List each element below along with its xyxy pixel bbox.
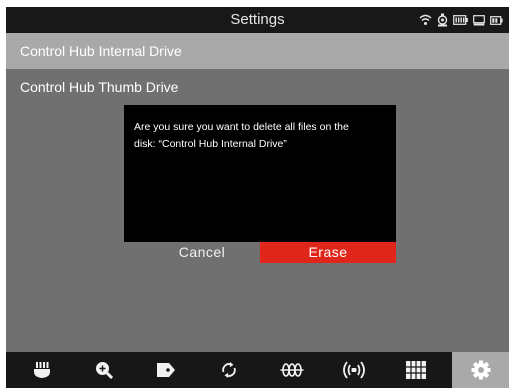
battery-small-icon	[490, 15, 503, 25]
nav-grid[interactable]	[388, 352, 443, 388]
broadcast-icon	[342, 361, 365, 379]
camera-icon	[437, 13, 448, 27]
nav-tag[interactable]	[138, 352, 193, 388]
connector-icon	[33, 362, 50, 378]
device-screen: Settings Control Hub Internal Drive Cont…	[6, 7, 509, 388]
cancel-button[interactable]: Cancel	[146, 242, 258, 263]
dialog-message-line1: Are you sure you want to delete all file…	[134, 121, 349, 133]
resistor-icon	[280, 363, 303, 377]
battery-icon	[453, 15, 468, 25]
nav-settings[interactable]	[452, 352, 509, 388]
bottom-toolbar	[6, 352, 509, 388]
nav-broadcast[interactable]	[326, 352, 381, 388]
nav-sync[interactable]	[201, 352, 256, 388]
status-icons	[419, 13, 503, 27]
drive-list: Control Hub Internal Drive Control Hub T…	[6, 33, 509, 105]
tag-icon	[156, 363, 175, 377]
drive-item-internal[interactable]: Control Hub Internal Drive	[6, 33, 509, 69]
title-bar: Settings	[6, 7, 509, 33]
nav-resistor[interactable]	[264, 352, 319, 388]
wifi-icon	[419, 14, 432, 25]
sync-icon	[221, 362, 236, 378]
confirm-dialog: Are you sure you want to delete all file…	[124, 105, 396, 242]
dialog-message-line2: disk: “Control Hub Internal Drive”	[134, 138, 287, 150]
drive-item-thumb[interactable]: Control Hub Thumb Drive	[6, 69, 509, 105]
nav-connector[interactable]	[14, 352, 69, 388]
erase-button[interactable]: Erase	[260, 242, 396, 263]
dialog-buttons: Cancel Erase	[146, 242, 399, 263]
settings-icon	[471, 360, 490, 380]
grid-icon	[405, 361, 426, 379]
storage-icon	[473, 14, 485, 25]
dialog-message: Are you sure you want to delete all file…	[134, 119, 390, 153]
nav-zoom-in[interactable]	[76, 352, 131, 388]
zoom-in-icon	[95, 362, 113, 379]
